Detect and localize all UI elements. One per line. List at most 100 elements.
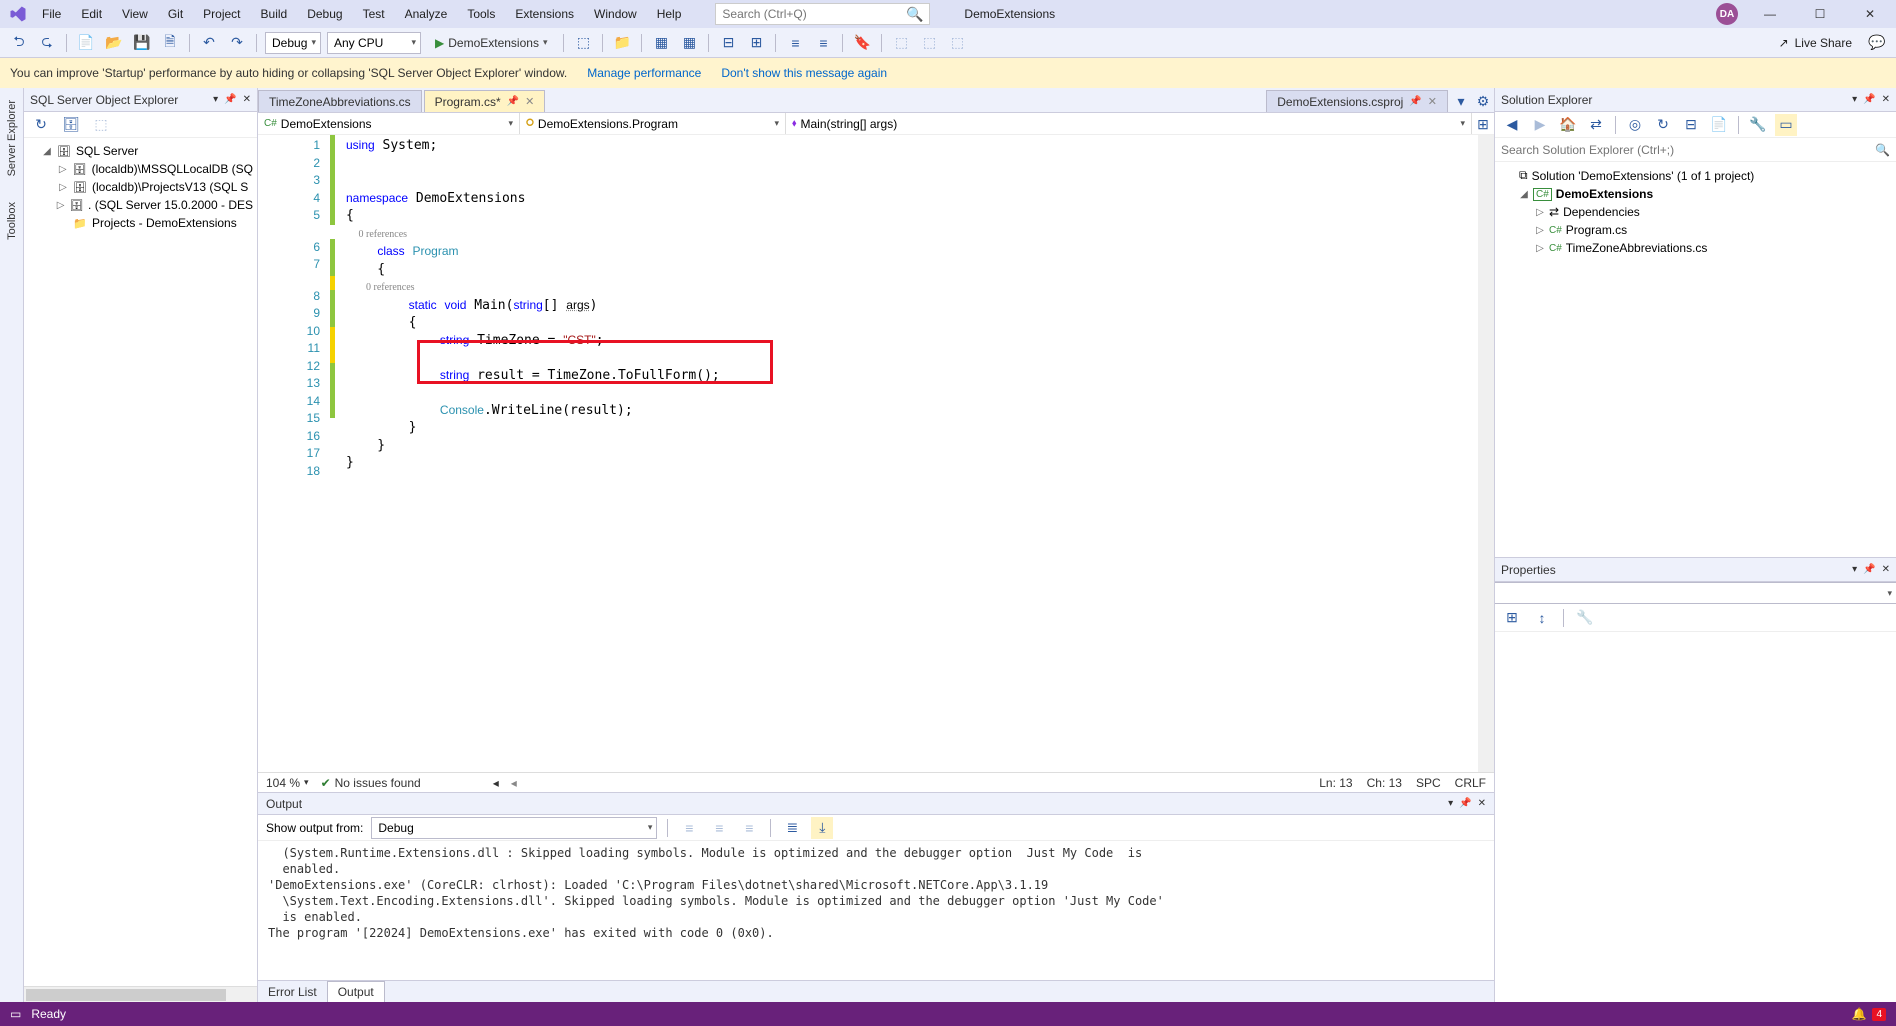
context-class[interactable]: 🞇DemoExtensions.Program <box>520 113 786 134</box>
doc-settings-icon[interactable]: ⚙ <box>1472 90 1494 112</box>
props-object-dropdown[interactable] <box>1495 582 1896 604</box>
menu-window[interactable]: Window <box>584 3 647 25</box>
menu-tools[interactable]: Tools <box>457 3 505 25</box>
props-sort-icon[interactable]: ↕ <box>1531 607 1553 629</box>
maximize-button[interactable]: ☐ <box>1802 3 1838 25</box>
sol-collapse-icon[interactable]: ⊟ <box>1680 114 1702 136</box>
tb-icon-10[interactable]: ⬚ <box>890 32 912 54</box>
redo-icon[interactable]: ↷ <box>226 32 248 54</box>
tb-icon-11[interactable]: ⬚ <box>918 32 940 54</box>
tb-icon-9[interactable]: 🔖 <box>851 32 873 54</box>
sol-refresh-icon[interactable]: ↻ <box>1652 114 1674 136</box>
add-server-icon[interactable]: 🗄 <box>60 114 82 136</box>
doc-tab-tzabbrev[interactable]: TimeZoneAbbreviations.cs <box>258 90 422 112</box>
tb-icon-3[interactable]: ▦ <box>650 32 672 54</box>
context-project[interactable]: C#DemoExtensions <box>258 113 520 134</box>
close-button[interactable]: ✕ <box>1852 3 1888 25</box>
menu-edit[interactable]: Edit <box>71 3 112 25</box>
nav-back-icon[interactable]: ⮌ <box>8 32 30 54</box>
output-btn-2[interactable]: ≡ <box>708 817 730 839</box>
sol-item-program[interactable]: ▷C#Program.cs <box>1495 221 1896 239</box>
output-body[interactable]: (System.Runtime.Extensions.dll : Skipped… <box>258 841 1494 980</box>
pin-icon[interactable]: 📌 <box>1863 564 1875 575</box>
output-btn-4[interactable]: ≣ <box>781 817 803 839</box>
close-icon[interactable]: ✕ <box>243 94 251 105</box>
undo-icon[interactable]: ↶ <box>198 32 220 54</box>
close-icon[interactable]: ✕ <box>1882 564 1890 575</box>
output-btn-1[interactable]: ≡ <box>678 817 700 839</box>
sol-item-solution[interactable]: ⧉Solution 'DemoExtensions' (1 of 1 proje… <box>1495 166 1896 185</box>
minimize-button[interactable]: — <box>1752 3 1788 25</box>
menu-file[interactable]: File <box>32 3 71 25</box>
start-debug-button[interactable]: ▶ DemoExtensions ▾ <box>427 36 555 50</box>
menu-extensions[interactable]: Extensions <box>505 3 584 25</box>
menu-build[interactable]: Build <box>251 3 298 25</box>
tree-item[interactable]: 📁Projects - DemoExtensions <box>24 214 257 232</box>
sol-item-tzabbrev[interactable]: ▷C#TimeZoneAbbreviations.cs <box>1495 239 1896 257</box>
tb-icon-7[interactable]: ≡ <box>784 32 806 54</box>
tb-icon-2[interactable]: 📁 <box>611 32 633 54</box>
tb-icon-5[interactable]: ⊟ <box>717 32 739 54</box>
sol-showall-icon[interactable]: 📄 <box>1708 114 1730 136</box>
tb-icon-4[interactable]: ▦ <box>678 32 700 54</box>
quick-search[interactable]: 🔍 <box>715 3 930 25</box>
live-share-button[interactable]: ↗ Live Share <box>1771 36 1860 50</box>
menu-view[interactable]: View <box>112 3 158 25</box>
config-dropdown[interactable]: Debug <box>265 32 321 54</box>
pin-icon[interactable]: 📌 <box>507 96 519 107</box>
sol-item-deps[interactable]: ▷⇄Dependencies <box>1495 203 1896 221</box>
sol-preview-icon[interactable]: ▭ <box>1775 114 1797 136</box>
tb-icon-8[interactable]: ≡ <box>812 32 834 54</box>
props-wrench-icon[interactable]: 🔧 <box>1574 607 1596 629</box>
editor-vscroll[interactable] <box>1478 135 1494 772</box>
issues-indicator[interactable]: ✔No issues found <box>321 776 421 790</box>
output-source-dropdown[interactable]: Debug <box>371 817 657 839</box>
solution-search[interactable]: 🔍 <box>1495 138 1896 162</box>
user-avatar[interactable]: DA <box>1716 3 1738 25</box>
hscroll-arrow-left-icon[interactable]: ◂ <box>511 776 517 790</box>
platform-dropdown[interactable]: Any CPU <box>327 32 421 54</box>
solution-search-input[interactable] <box>1501 143 1875 157</box>
dropdown-icon[interactable]: ▾ <box>213 94 218 105</box>
rail-server-explorer[interactable]: Server Explorer <box>4 92 20 184</box>
menu-debug[interactable]: Debug <box>297 3 352 25</box>
tab-error-list[interactable]: Error List <box>258 982 327 1002</box>
nav-fwd-icon[interactable]: ⮎ <box>36 32 58 54</box>
sol-back-icon[interactable]: ◀ <box>1501 114 1523 136</box>
close-icon[interactable]: ✕ <box>1882 94 1890 105</box>
tree-item[interactable]: ▷🗄. (SQL Server 15.0.2000 - DES <box>24 196 257 214</box>
infobar-manage-link[interactable]: Manage performance <box>587 66 701 80</box>
code-body[interactable]: using System; namespace DemoExtensions {… <box>326 135 1494 772</box>
pin-icon[interactable]: 📌 <box>224 94 236 105</box>
tree-item[interactable]: ◢🗄SQL Server <box>24 142 257 160</box>
tree-item[interactable]: ▷🗄(localdb)\MSSQLLocalDB (SQ <box>24 160 257 178</box>
sol-fwd-icon[interactable]: ▶ <box>1529 114 1551 136</box>
quick-search-input[interactable] <box>722 7 906 21</box>
tab-output[interactable]: Output <box>327 981 385 1002</box>
close-icon[interactable]: ✕ <box>1428 95 1437 108</box>
pin-icon[interactable]: 📌 <box>1863 94 1875 105</box>
sol-props-icon[interactable]: 🔧 <box>1747 114 1769 136</box>
output-btn-5[interactable]: ⤓ <box>811 817 833 839</box>
refresh-icon[interactable]: ↻ <box>30 114 52 136</box>
sol-scope-icon[interactable]: ◎ <box>1624 114 1646 136</box>
sol-switch-icon[interactable]: ⇄ <box>1585 114 1607 136</box>
open-icon[interactable]: 📂 <box>103 32 125 54</box>
menu-help[interactable]: Help <box>647 3 692 25</box>
menu-analyze[interactable]: Analyze <box>395 3 458 25</box>
pin-icon[interactable]: 📌 <box>1459 798 1471 809</box>
rail-toolbox[interactable]: Toolbox <box>4 194 20 248</box>
pin-icon[interactable]: 📌 <box>1409 96 1421 107</box>
tb-icon-1[interactable]: ⬚ <box>572 32 594 54</box>
save-icon[interactable]: 💾 <box>131 32 153 54</box>
tree-item[interactable]: ▷🗄(localdb)\ProjectsV13 (SQL S <box>24 178 257 196</box>
sol-home-icon[interactable]: 🏠 <box>1557 114 1579 136</box>
menu-git[interactable]: Git <box>158 3 193 25</box>
dropdown-icon[interactable]: ▾ <box>1852 94 1857 105</box>
output-btn-3[interactable]: ≡ <box>738 817 760 839</box>
tb-icon-6[interactable]: ⊞ <box>745 32 767 54</box>
doc-tab-csproj[interactable]: DemoExtensions.csproj📌✕ <box>1266 90 1448 112</box>
feedback-icon[interactable]: 💬 <box>1866 32 1888 54</box>
infobar-dismiss-link[interactable]: Don't show this message again <box>721 66 887 80</box>
notifications-icon[interactable]: 🔔 <box>1851 1007 1866 1021</box>
